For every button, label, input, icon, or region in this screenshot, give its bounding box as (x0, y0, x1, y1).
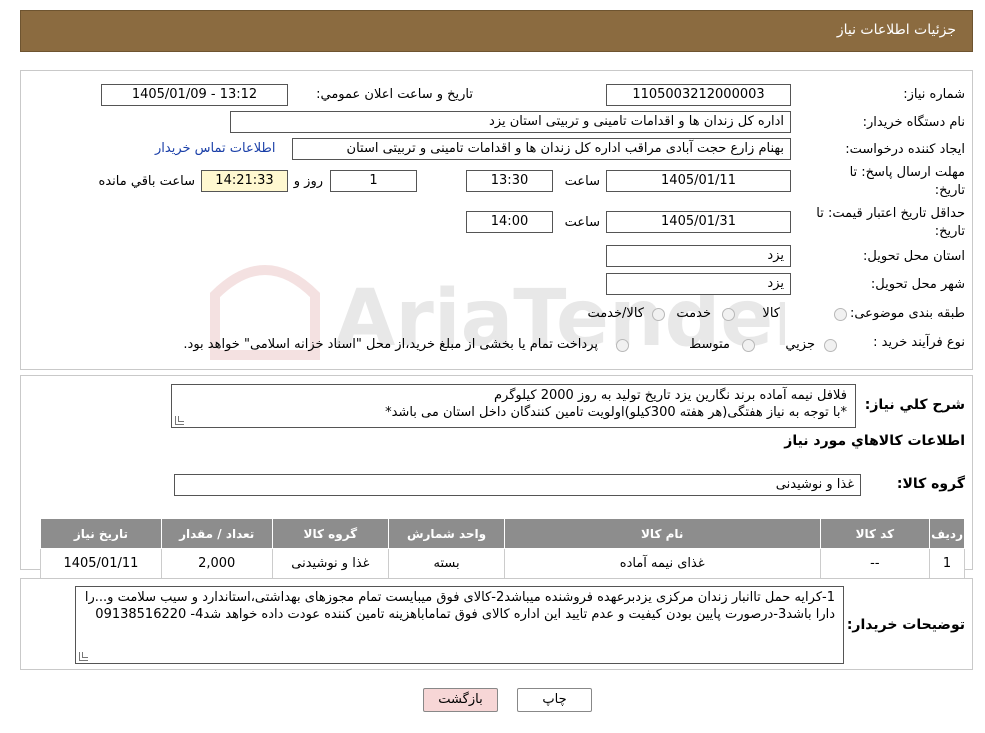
validity-date-field: 1405/01/31 (606, 211, 791, 233)
page-header: جزئیات اطلاعات نیاز (20, 10, 973, 52)
print-button[interactable]: چاپ (517, 688, 592, 712)
resize-grip-icon[interactable] (175, 416, 184, 425)
process-option-medium: متوسط (689, 337, 730, 352)
goods-table: رديف کد کالا نام کالا واحد شمارش گروه کا… (40, 518, 965, 579)
cell-unit: بسته (388, 548, 505, 579)
validity-time-label: ساعت (564, 215, 600, 230)
buyer-notes-textarea[interactable]: 1-کرایه حمل تاانبار زندان مرکزی یزدبرعهد… (75, 586, 844, 664)
days-field: 1 (330, 170, 417, 192)
column-code: کد کالا (819, 518, 931, 549)
validity-time-field: 14:00 (466, 211, 553, 233)
cell-date: 1405/01/11 (40, 548, 162, 579)
process-radio-treasury[interactable] (616, 339, 629, 352)
resize-grip-icon[interactable] (79, 652, 88, 661)
deadline-label-date: تاريخ: (934, 183, 965, 198)
deadline-time-label: ساعت (564, 174, 600, 189)
description-textarea[interactable]: فلافل نیمه آماده برند نگارین یزد تاریخ ت… (171, 384, 856, 428)
description-line-1: فلافل نیمه آماده برند نگارین یزد تاریخ ت… (494, 388, 847, 403)
validity-label: حداقل تاريخ اعتبار قيمت: تا (816, 206, 965, 221)
description-line-2: *با توجه به نیاز هفتگی(هر هفته 300کیلو)ا… (385, 405, 847, 420)
cell-group: غذا و نوشیدنی (271, 548, 390, 579)
table-row: 1 -- غذای نیمه آماده بسته غذا و نوشیدنی … (40, 548, 965, 579)
column-group: گروه کالا (271, 518, 390, 549)
category-label: طبقه بندی موضوعی: (849, 306, 965, 321)
process-label: نوع فرآيند خريد : (873, 335, 965, 350)
process-radio-medium[interactable] (742, 339, 755, 352)
remaining-time-field: 14:21:33 (201, 170, 288, 192)
buyer-org-field: اداره کل زندان ها و اقدامات تامینی و ترب… (230, 111, 791, 133)
deadline-date-field: 1405/01/11 (606, 170, 791, 192)
days-label: روز و (293, 174, 323, 189)
announce-label: تاریخ و ساعت اعلان عمومي: (316, 87, 473, 102)
column-qty: تعداد / مقدار (160, 518, 273, 549)
page-title: جزئیات اطلاعات نیاز (836, 22, 956, 38)
buyer-notes-label: توضيحات خريدار: (846, 617, 965, 633)
creator-label: ايجاد کننده درخواست: (845, 142, 965, 157)
cell-name: غذای نیمه آماده (503, 548, 821, 579)
creator-field: بهنام زارع حجت آبادی مراقب اداره کل زندا… (292, 138, 791, 160)
category-option-goods: کالا (762, 306, 780, 321)
announce-field: 1405/01/09 - 13:12 (101, 84, 288, 106)
category-radio-service[interactable] (722, 308, 735, 321)
province-label: استان محل تحويل: (863, 249, 965, 264)
description-label: شرح کلي نياز: (864, 397, 965, 413)
process-option-minor: جزيي (785, 337, 815, 352)
category-radio-goods[interactable] (834, 308, 847, 321)
category-option-service: خدمت (676, 306, 711, 321)
category-radio-goods-service[interactable] (652, 308, 665, 321)
process-note: پرداخت تمام یا بخشی از مبلغ خرید،از محل … (183, 337, 598, 352)
category-option-goods-service: کالا/خدمت (587, 306, 644, 321)
remaining-label: ساعت باقي مانده (98, 174, 195, 189)
buyer-contact-link[interactable]: اطلاعات تماس خریدار (155, 141, 275, 156)
column-date: تاريخ نياز (40, 518, 162, 549)
city-field: یزد (606, 273, 791, 295)
cell-code: -- (819, 548, 931, 579)
buyer-notes-text: 1-کرایه حمل تاانبار زندان مرکزی یزدبرعهد… (84, 590, 835, 622)
goods-section-title: اطلاعات کالاهاي مورد نياز (784, 433, 965, 449)
process-radio-minor[interactable] (824, 339, 837, 352)
deadline-label: مهلت ارسال پاسخ: تا (849, 165, 965, 180)
column-row: رديف (929, 518, 965, 549)
goods-group-label: گروه کالا: (896, 476, 965, 492)
need-number-label: شماره نیاز: (903, 87, 965, 102)
province-field: یزد (606, 245, 791, 267)
goods-group-field: غذا و نوشیدنی (174, 474, 861, 496)
column-unit: واحد شمارش (388, 518, 505, 549)
column-name: نام کالا (503, 518, 821, 549)
back-button[interactable]: بازگشت (423, 688, 498, 712)
buyer-org-label: نام دستگاه خريدار: (862, 115, 965, 130)
city-label: شهر محل تحويل: (870, 277, 965, 292)
cell-qty: 2,000 (160, 548, 273, 579)
need-number-field: 1105003212000003 (606, 84, 791, 106)
deadline-time-field: 13:30 (466, 170, 553, 192)
validity-label-date: تاريخ: (934, 224, 965, 239)
cell-row: 1 (929, 548, 965, 579)
goods-table-header: رديف کد کالا نام کالا واحد شمارش گروه کا… (40, 518, 965, 549)
